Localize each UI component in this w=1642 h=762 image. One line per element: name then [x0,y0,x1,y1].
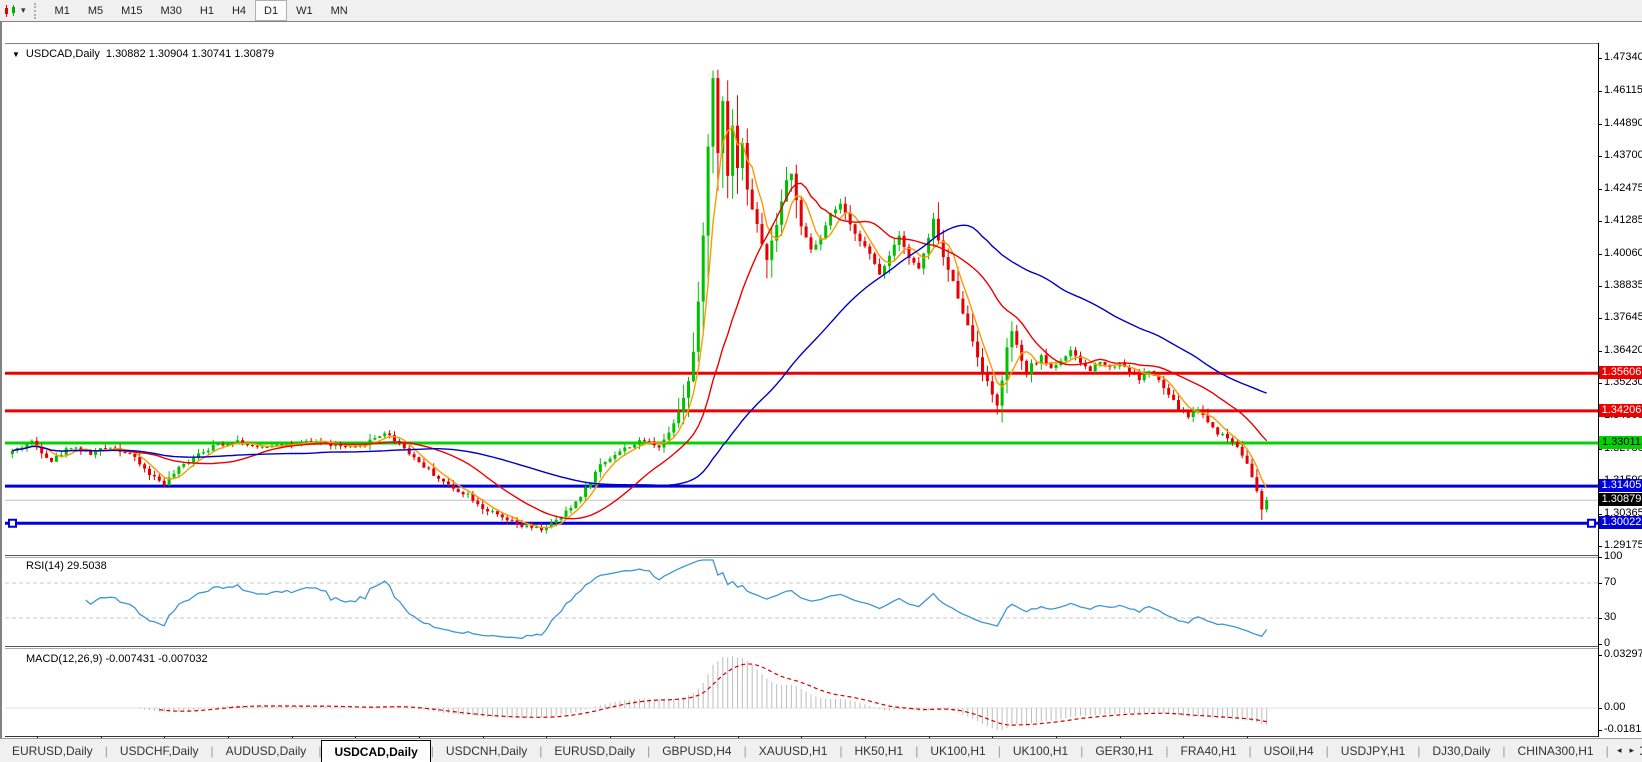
chart-tab-usdjpy-h1[interactable]: USDJPY,H1 [1329,740,1417,762]
rsi-axis-label: 70 [1604,576,1617,588]
macd-axis-tick [1598,655,1602,656]
macd-axis-tick [1598,730,1602,731]
rsi-axis-tick [1598,644,1602,645]
price-axis-label: 1.36420 [1604,344,1642,356]
chart-tab-usdcad-daily[interactable]: USDCAD,Daily [321,740,431,762]
chart-window: ▼ USDCAD,Daily 1.30882 1.30904 1.30741 1… [0,21,1642,760]
timeframe-button-W1[interactable]: W1 [287,0,322,21]
price-axis-tick [1598,156,1602,157]
price-axis-label: 1.40060 [1604,247,1642,259]
price-axis-label: 1.46115 [1604,84,1642,96]
price-axis-tick [1598,546,1602,547]
macd-axis-tick [1598,708,1602,709]
timeframe-button-M5[interactable]: M5 [79,0,112,21]
price-chart-canvas[interactable] [5,43,1599,737]
chart-tab-eurusd-daily[interactable]: EURUSD,Daily [542,740,647,762]
price-axis-tick [1598,58,1602,59]
timeframe-button-M30[interactable]: M30 [152,0,191,21]
level-price-badge: 1.35606 [1599,366,1642,379]
timeframe-button-H1[interactable]: H1 [191,0,223,21]
level-price-badge: 1.33011 [1599,436,1642,449]
chart-tab-ger30-h1[interactable]: GER30,H1 [1083,740,1165,762]
price-axis-label: 1.47340 [1604,51,1642,63]
price-axis-tick [1598,189,1602,190]
chart-tab-uk100-h1[interactable]: UK100,H1 [1001,740,1080,762]
tab-scroll-buttons: ◂ ▸ [1610,739,1640,761]
timeframe-button-group: M1 M5 M15 M30 H1 H4 D1 W1 MN [46,0,357,21]
price-axis-tick [1598,254,1602,255]
price-axis-label: 1.37645 [1604,311,1642,323]
price-axis-tick [1598,351,1602,352]
chart-tab-usdchf-daily[interactable]: USDCHF,Daily [108,740,211,762]
chart-tab-xauusd-h1[interactable]: XAUUSD,H1 [747,740,840,762]
chart-tab-gbpusd-h4[interactable]: GBPUSD,H4 [650,740,743,762]
rsi-axis-tick [1598,557,1602,558]
price-axis-label: 1.38835 [1604,279,1642,291]
top-toolbar: ▾ M1 M5 M15 M30 H1 H4 D1 W1 MN [0,0,1642,22]
chart-tab-bar: EURUSD,Daily | USDCHF,Daily | AUDUSD,Daily | U… [0,738,1642,762]
macd-axis-label: -0.018154 [1604,723,1642,735]
chevron-down-icon[interactable]: ▾ [21,5,26,16]
price-axis-tick [1598,91,1602,92]
chart-tab-fra40-h1[interactable]: FRA40,H1 [1168,740,1248,762]
chart-tab-uk100-h1[interactable]: UK100,H1 [918,740,997,762]
timeframe-button-H4[interactable]: H4 [223,0,255,21]
collapse-triangle-icon[interactable]: ▼ [12,50,20,59]
rsi-axis-tick [1598,618,1602,619]
trading-app-window: { "toolbar": { "timeframes": ["M1","M5",… [0,0,1642,762]
tab-scroll-left-icon[interactable]: ◂ [1617,745,1622,756]
price-axis-label: 1.43700 [1604,149,1642,161]
chart-ohlc-values: 1.30882 1.30904 1.30741 1.30879 [105,48,275,60]
tab-scroll-right-icon[interactable]: ▸ [1629,745,1634,756]
toolbar-grip [33,2,40,19]
price-axis-label: 1.44890 [1604,117,1642,129]
chart-tab-dj30-daily[interactable]: DJ30,Daily [1420,740,1502,762]
price-axis-tick [1598,318,1602,319]
price-axis-tick [1598,383,1602,384]
timeframe-button-MN[interactable]: MN [322,0,357,21]
chart-tab-usoil-h4[interactable]: USOil,H4 [1252,740,1326,762]
price-axis-tick [1598,449,1602,450]
chart-tab-usdcnh-daily[interactable]: USDCNH,Daily [434,740,539,762]
price-axis-tick [1598,514,1602,515]
level-price-badge: 1.34206 [1599,404,1642,417]
chart-title-bar: ▼ USDCAD,Daily 1.30882 1.30904 1.30741 1… [12,48,274,60]
price-axis-tick [1598,221,1602,222]
macd-axis-label: 0.00 [1604,701,1626,713]
chart-tab-hk50-h1[interactable]: HK50,H1 [843,740,916,762]
chart-tab-china300-h1[interactable]: CHINA300,H1 [1506,740,1606,762]
level-price-badge: 1.30022 [1599,516,1642,529]
timeframe-button-M1[interactable]: M1 [46,0,79,21]
timeframe-button-D1[interactable]: D1 [255,0,288,21]
chart-tab-eurusd-daily[interactable]: EURUSD,Daily [0,740,105,762]
rsi-indicator-label: RSI(14) 29.5038 [26,560,107,572]
price-axis-label: 1.41285 [1604,214,1642,226]
chart-title: USDCAD,Daily [25,48,100,60]
timeframe-button-M15[interactable]: M15 [112,0,151,21]
current-price-badge: 1.30879 [1599,493,1642,506]
chart-style-icon[interactable] [3,4,19,18]
price-axis-label: 1.42475 [1604,182,1642,194]
price-axis-tick [1598,124,1602,125]
price-axis-tick [1598,286,1602,287]
chart-tab-audusd-daily[interactable]: AUDUSD,Daily [214,740,319,762]
rsi-axis-label: 30 [1604,611,1617,623]
macd-axis-label: 0.032972 [1604,648,1642,660]
rsi-axis-label: 100 [1604,550,1623,562]
rsi-axis-tick [1598,583,1602,584]
macd-indicator-label: MACD(12,26,9) -0.007431 -0.007032 [26,653,208,665]
level-price-badge: 1.31405 [1599,479,1642,492]
